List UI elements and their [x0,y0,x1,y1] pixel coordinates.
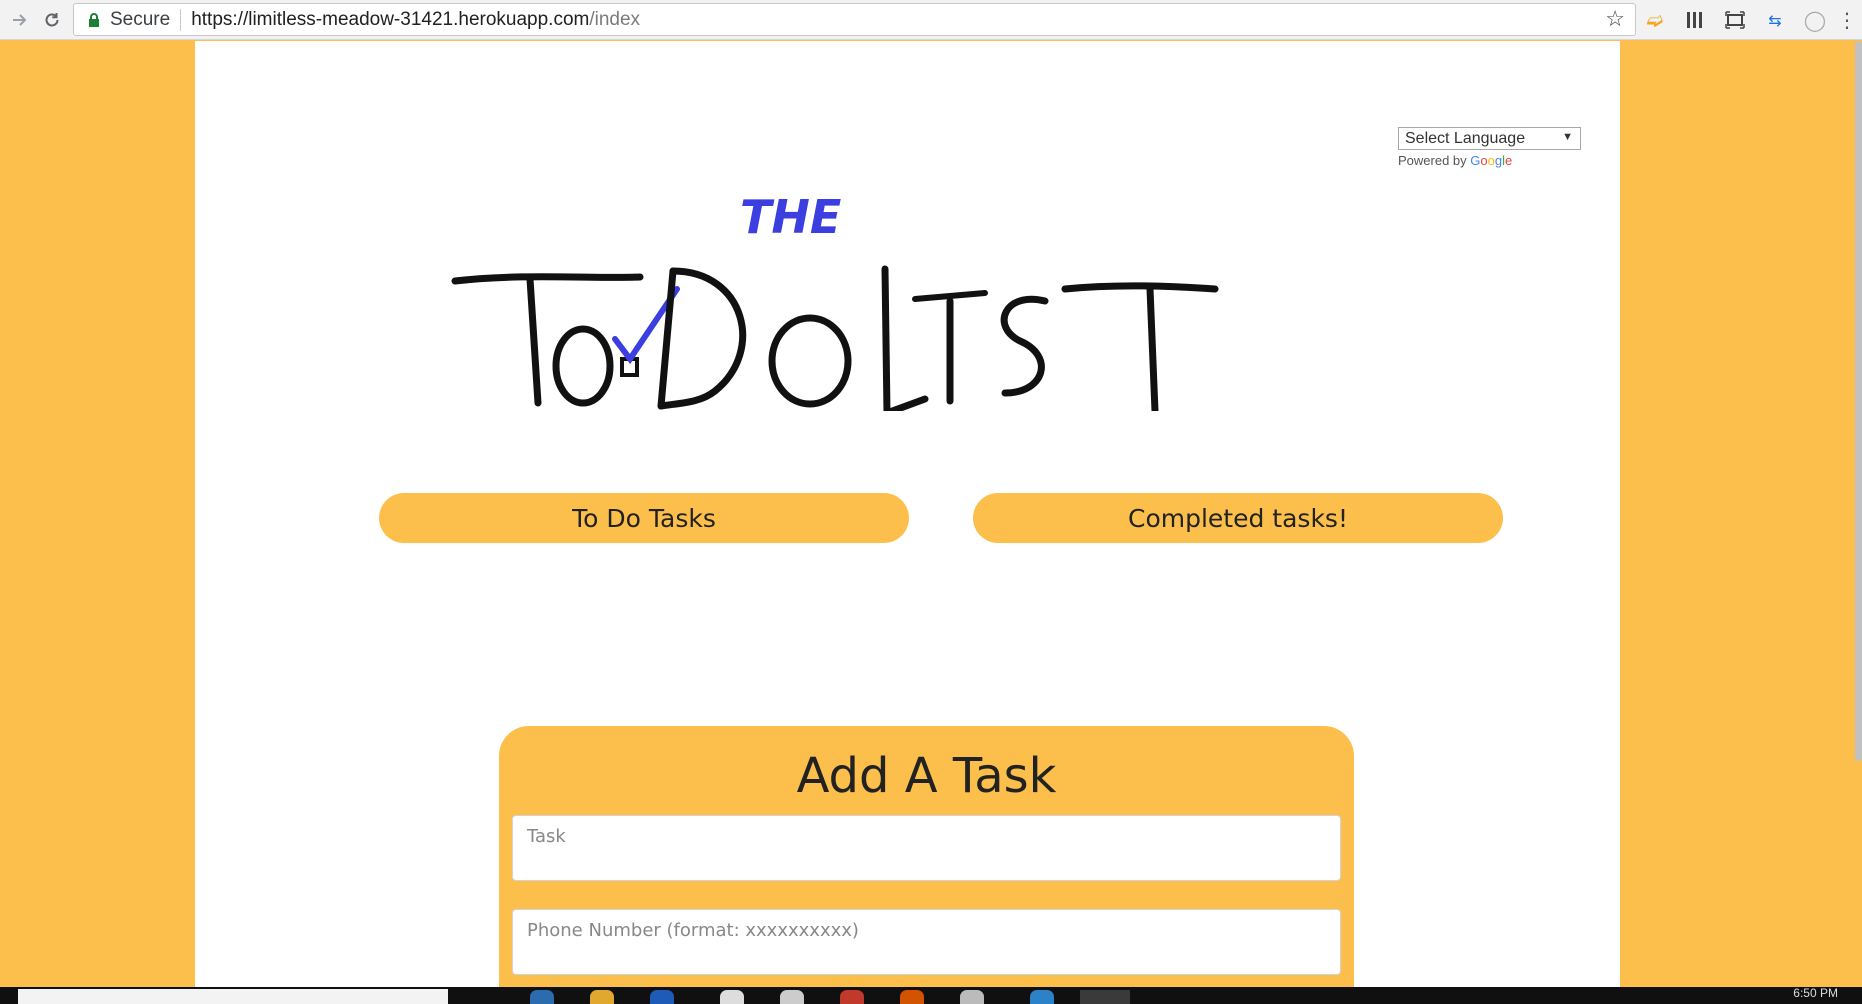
taskbar-search-box[interactable] [18,989,448,1004]
taskbar-app-icon[interactable] [840,990,864,1004]
dropdown-arrow-icon: ▼ [1562,131,1573,143]
todo-tasks-button[interactable]: To Do Tasks [379,493,909,543]
google-logo[interactable]: Google [1470,153,1512,168]
omnibox-divider [180,8,182,31]
extension-arrow-icon[interactable]: ➫ [1638,0,1672,40]
taskbar-app-icon[interactable] [1030,990,1054,1004]
completed-tasks-button[interactable]: Completed tasks! [973,493,1503,543]
bookmark-star-icon[interactable]: ☆ [1605,6,1625,32]
taskbar-app-icon[interactable] [960,990,984,1004]
extension-circle-icon[interactable]: ◯ [1798,0,1832,40]
extension-screen-icon[interactable] [1718,0,1752,40]
taskbar-folder-icon[interactable] [590,990,614,1004]
taskbar-edge-icon[interactable] [530,990,554,1004]
phone-number-input[interactable] [512,909,1341,975]
taskbar-active-app-icon[interactable] [1080,990,1130,1004]
secure-label: Secure [110,8,171,30]
windows-taskbar: 6:50 PM [0,986,1862,1004]
taskbar-store-icon[interactable] [650,990,674,1004]
language-select-value: Select Language [1405,129,1526,147]
powered-by-label: Powered by [1398,153,1467,168]
form-title: Add A Task [796,748,1057,804]
language-select[interactable]: Select Language ▼ [1398,127,1581,150]
extension-bars-icon[interactable] [1678,0,1712,40]
url-path: /index [589,8,641,30]
reload-icon[interactable] [32,0,72,40]
taskbar-app-icon[interactable] [720,990,744,1004]
page-scrollbar[interactable] [1855,41,1862,761]
extension-swap-icon[interactable]: ⇆ [1758,0,1792,40]
browser-toolbar: Secure https://limitless-meadow-31421.he… [0,0,1862,40]
lock-icon [86,12,102,27]
menu-kebab-icon[interactable]: ⋮ [1830,0,1862,40]
page-content: Select Language ▼ Powered by Google THE [195,41,1620,987]
taskbar-clock: 6:50 PM [1793,986,1838,1000]
url-base: https://limitless-meadow-31421.herokuapp… [191,8,590,30]
task-input[interactable] [512,815,1341,881]
taskbar-app-icon[interactable] [900,990,924,1004]
todo-list-logo: THE [451,190,1219,411]
add-task-form: Add A Task [499,726,1354,987]
powered-by-google: Powered by Google [1398,153,1581,168]
taskbar-app-icon[interactable] [780,990,804,1004]
google-translate-widget: Select Language ▼ Powered by Google [1398,127,1581,168]
logo-the-text: THE [740,190,841,244]
address-bar[interactable]: Secure https://limitless-meadow-31421.he… [73,3,1636,36]
